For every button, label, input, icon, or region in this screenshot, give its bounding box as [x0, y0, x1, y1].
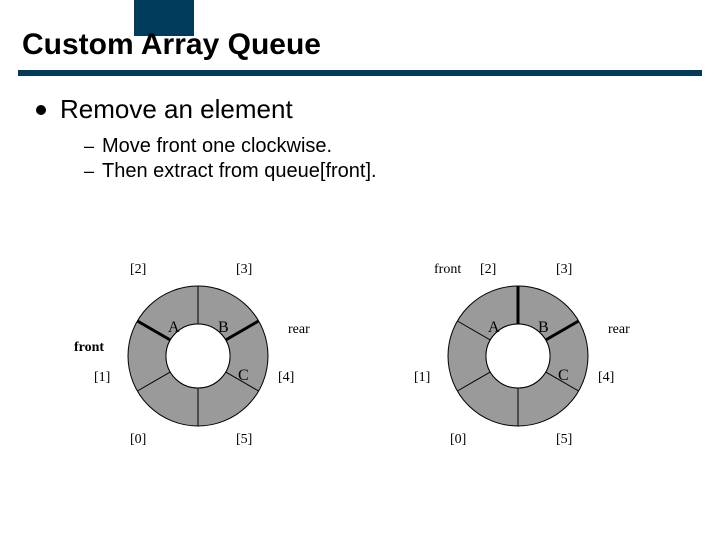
idx-2: [2]: [130, 262, 146, 278]
idx-3: [3]: [556, 262, 572, 278]
front-label: front: [434, 262, 461, 278]
sub-item: – Then extract from queue[front].: [84, 160, 690, 183]
idx-0: [0]: [130, 432, 146, 448]
idx-3: [3]: [236, 262, 252, 278]
body-content: Remove an element – Move front one clock…: [36, 94, 690, 185]
ring-svg: A B C: [118, 276, 278, 436]
title-underline: [18, 70, 702, 76]
ring-svg: A B C: [438, 276, 598, 436]
idx-5: [5]: [556, 432, 572, 448]
idx-1: [1]: [414, 370, 430, 386]
sub-text: Move front one clockwise.: [102, 135, 332, 158]
dash-icon: –: [84, 136, 102, 157]
dash-icon: –: [84, 161, 102, 182]
rear-label: rear: [608, 322, 630, 338]
idx-4: [4]: [598, 370, 614, 386]
cell-B: B: [218, 319, 229, 336]
idx-4: [4]: [278, 370, 294, 386]
sub-item: – Move front one clockwise.: [84, 135, 690, 158]
cell-C: C: [238, 367, 249, 384]
cell-A: A: [488, 319, 500, 336]
rear-label: rear: [288, 322, 310, 338]
front-label: front: [74, 340, 104, 356]
slide: Custom Array Queue Remove an element – M…: [0, 0, 720, 540]
idx-0: [0]: [450, 432, 466, 448]
cell-A: A: [168, 319, 180, 336]
diagrams-row: A B C [0] [1] [2] [3] [4] [5] rear front: [78, 256, 638, 466]
bullet-item: Remove an element: [36, 94, 690, 125]
bullet-dot-icon: [36, 105, 46, 115]
sub-text: Then extract from queue[front].: [102, 160, 377, 183]
bullet-text: Remove an element: [60, 94, 293, 125]
idx-1: [1]: [94, 370, 110, 386]
cell-C: C: [558, 367, 569, 384]
cell-B: B: [538, 319, 549, 336]
slide-title: Custom Array Queue: [22, 28, 321, 62]
idx-5: [5]: [236, 432, 252, 448]
circular-queue-right: A B C [0] [1] [2] [3] [4] [5] rear front: [398, 256, 638, 466]
sub-list: – Move front one clockwise. – Then extra…: [84, 135, 690, 183]
circular-queue-left: A B C [0] [1] [2] [3] [4] [5] rear front: [78, 256, 318, 466]
idx-2: [2]: [480, 262, 496, 278]
